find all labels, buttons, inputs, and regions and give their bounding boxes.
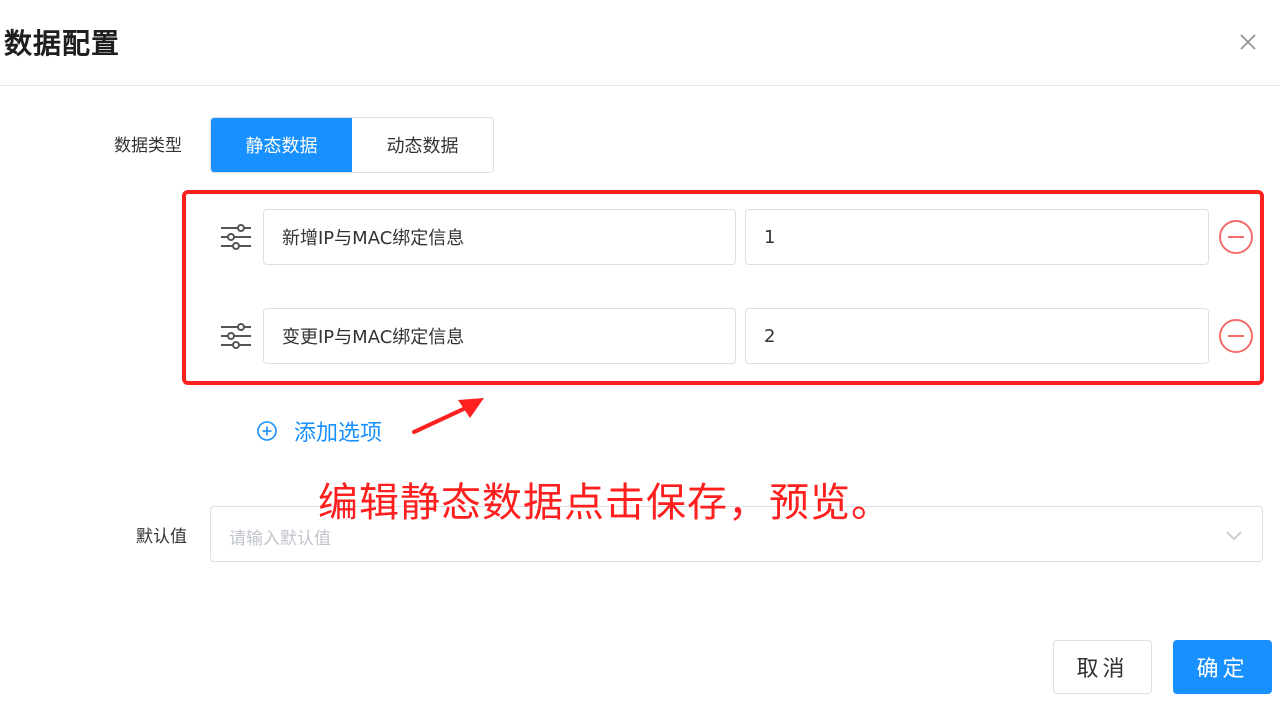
confirm-button[interactable]: 确定	[1173, 640, 1272, 694]
chevron-down-icon	[1226, 531, 1242, 541]
add-option-label: 添加选项	[294, 421, 383, 446]
dynamic-data-button[interactable]: 动态数据	[352, 118, 493, 172]
option-row: 新增IP与MAC绑定信息 1	[218, 209, 1258, 265]
option-label-input[interactable]: 变更IP与MAC绑定信息	[263, 308, 736, 364]
default-value-label: 默认值	[136, 527, 187, 547]
static-data-button[interactable]: 静态数据	[211, 118, 352, 172]
default-value-placeholder: 请输入默认值	[229, 529, 331, 549]
option-label-input[interactable]: 新增IP与MAC绑定信息	[263, 209, 736, 265]
dialog-title: 数据配置	[4, 27, 121, 60]
option-row: 变更IP与MAC绑定信息 2	[218, 308, 1258, 364]
remove-circle-icon[interactable]	[1217, 317, 1255, 355]
option-value-input[interactable]: 2	[745, 308, 1209, 364]
annotation-text: 编辑静态数据点击保存，预览。	[318, 480, 892, 526]
drag-handle-icon[interactable]	[218, 219, 254, 255]
cancel-button[interactable]: 取消	[1053, 640, 1152, 694]
option-value-input[interactable]: 1	[745, 209, 1209, 265]
data-type-label: 数据类型	[114, 136, 182, 156]
remove-circle-icon[interactable]	[1217, 218, 1255, 256]
dialog-header: 数据配置	[0, 0, 1280, 86]
close-icon[interactable]	[1234, 28, 1262, 56]
data-type-toggle: 静态数据 动态数据	[210, 117, 494, 173]
plus-circle-icon	[257, 421, 277, 441]
add-option-button[interactable]: 添加选项	[256, 415, 382, 447]
data-config-dialog: 数据配置 数据类型 静态数据 动态数据 新增IP与MAC绑定信息 1 变更IP与…	[0, 0, 1280, 702]
annotation-arrow-icon	[412, 398, 484, 434]
drag-handle-icon[interactable]	[218, 318, 254, 354]
